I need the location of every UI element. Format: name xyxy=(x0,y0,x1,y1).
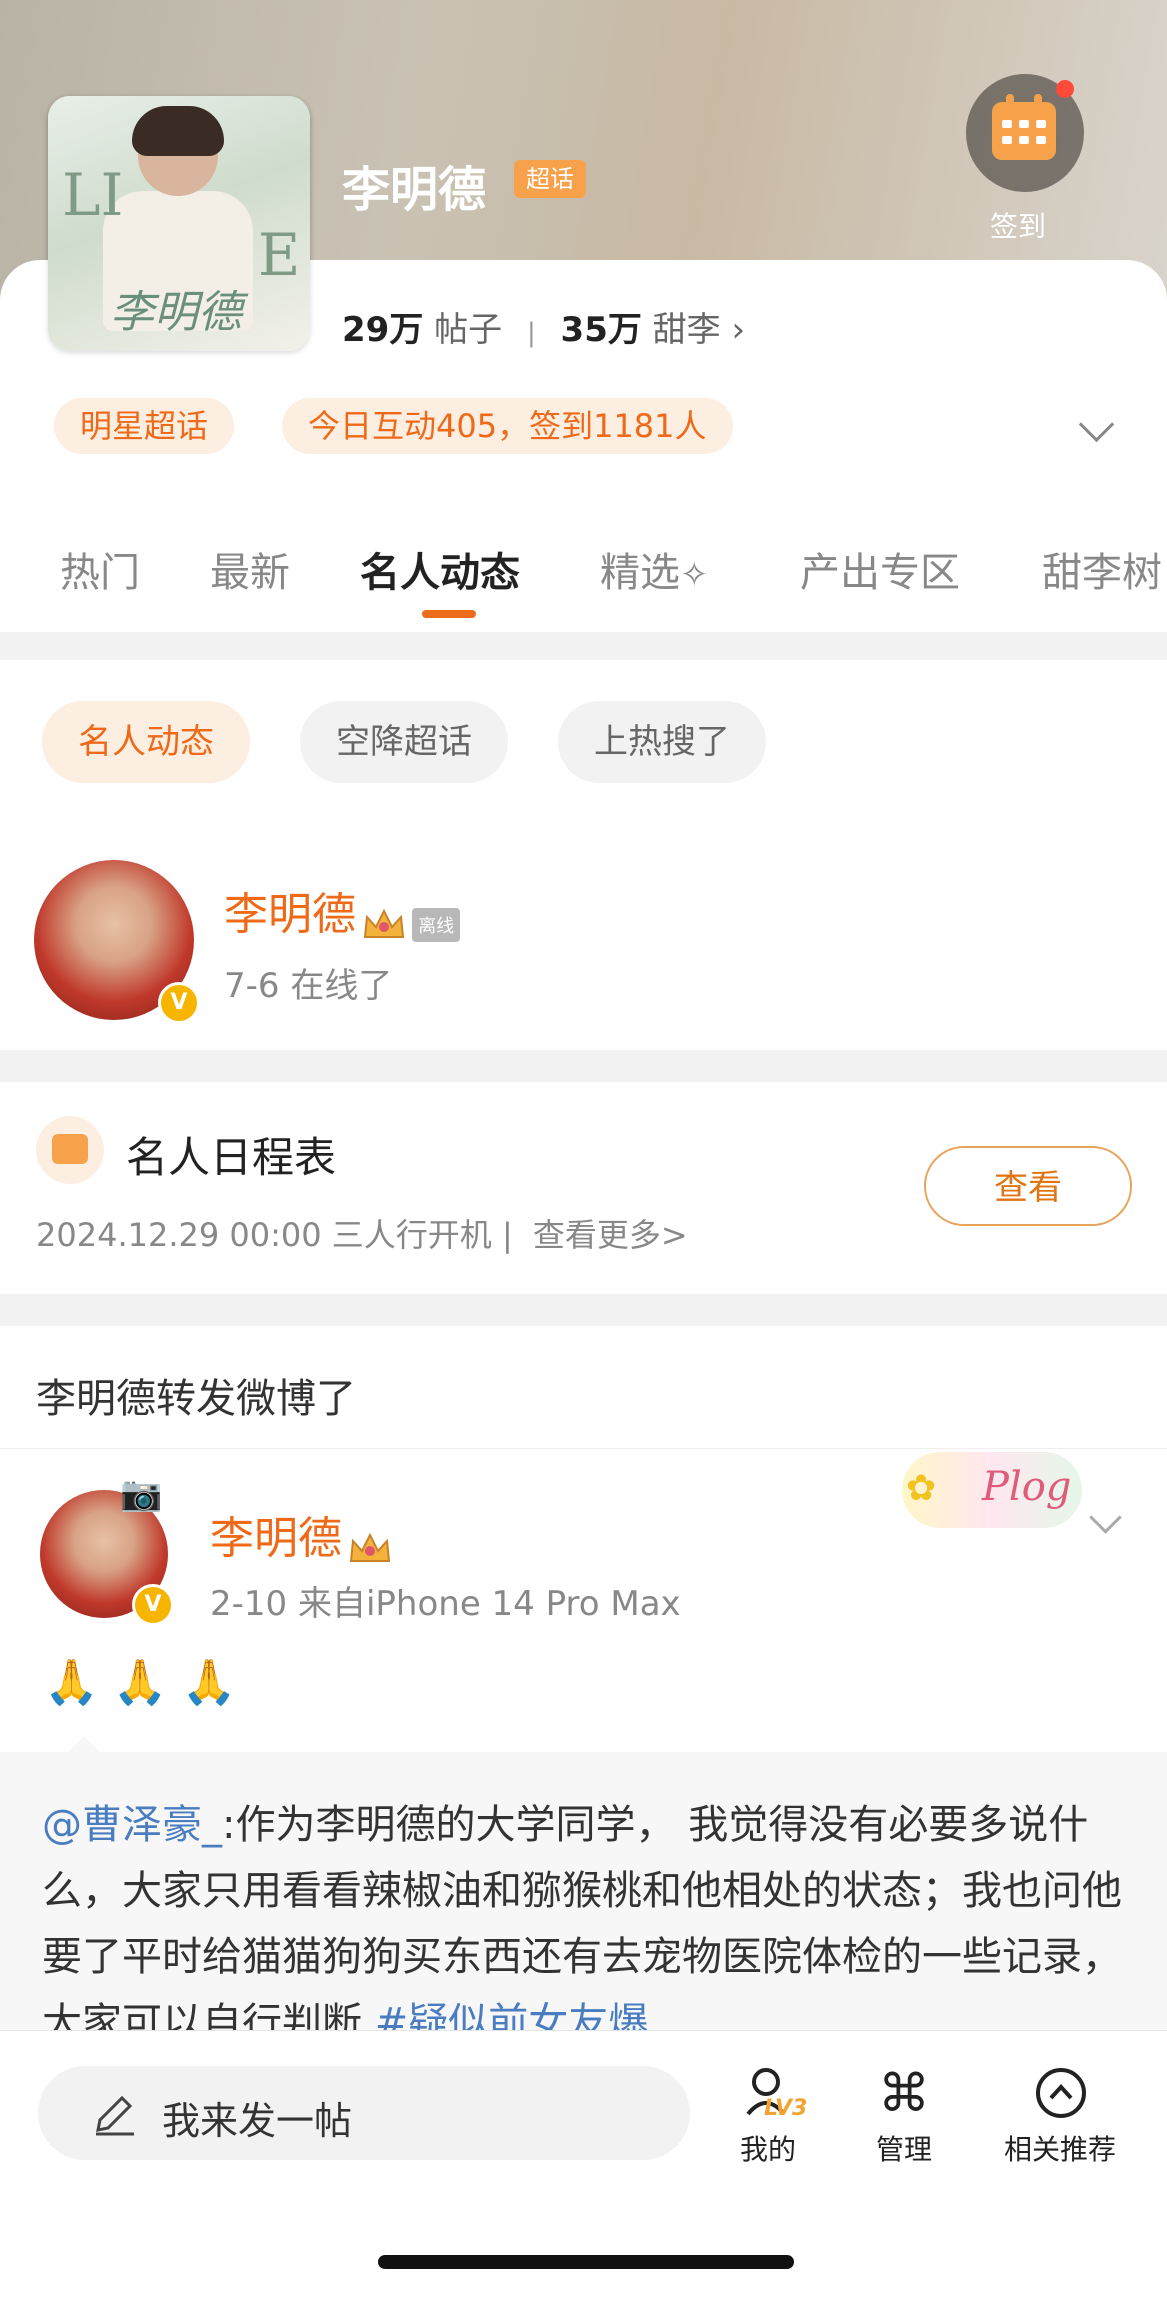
command-icon: ⌘ xyxy=(878,2064,930,2124)
plog-sticker-text: Plog xyxy=(982,1464,1072,1510)
posts-count: 29万 xyxy=(342,310,424,350)
camera-frame-icon: 📷 xyxy=(120,1474,163,1514)
plog-sticker: ✿ Plog xyxy=(902,1452,1082,1528)
new-post-placeholder: 我来发一帖 xyxy=(162,2099,353,2143)
tab-featured-label: 精选 xyxy=(600,550,680,596)
schedule-title: 名人日程表 xyxy=(126,1133,337,1182)
flower-icon: ✿ xyxy=(906,1468,937,1509)
schedule-more-link[interactable]: 查看更多> xyxy=(533,1216,688,1254)
topic-title: 李明德 xyxy=(342,162,487,218)
crown-icon xyxy=(349,1532,391,1562)
cover-figure-hair xyxy=(132,106,224,156)
chevron-up-circle-icon xyxy=(1036,2068,1086,2118)
tab-output-zone[interactable]: 产出专区 xyxy=(800,540,960,598)
home-indicator[interactable] xyxy=(378,2255,794,2269)
pencil-icon xyxy=(96,2095,134,2136)
author-name: 李明德 xyxy=(210,1513,342,1564)
nav-related[interactable]: 相关推荐 xyxy=(990,2128,1130,2168)
posts-label: 帖子 xyxy=(434,310,503,350)
post-content: 🙏 🙏 🙏 xyxy=(44,1656,236,1708)
offline-tag: 离线 xyxy=(412,907,461,942)
notification-dot xyxy=(1056,80,1074,98)
verified-badge-icon: V xyxy=(158,982,200,1024)
praying-hands-emoji: 🙏 xyxy=(181,1657,237,1708)
filter-airdrop[interactable]: 空降超话 xyxy=(300,701,508,783)
today-stats-pill[interactable]: 今日互动405，签到1181人 xyxy=(282,398,733,454)
chevron-right-icon: › xyxy=(731,310,746,350)
super-topic-badge: 超话 xyxy=(514,160,586,198)
quote-pointer xyxy=(66,1736,102,1754)
category-pill[interactable]: 明星超话 xyxy=(54,398,235,454)
profile-level-icon: LV3 xyxy=(738,2066,808,2130)
nav-manage[interactable]: 管理 xyxy=(864,2128,944,2168)
fans-count: 35万 xyxy=(560,310,642,350)
last-online-text: 7-6 在线了 xyxy=(224,966,393,1006)
topic-stats[interactable]: 29万 帖子 | 35万 甜李 › xyxy=(342,302,745,351)
active-tab-indicator xyxy=(422,610,476,618)
tab-fans-tree[interactable]: 甜李树 xyxy=(1042,540,1162,598)
calendar-icon xyxy=(52,1134,88,1164)
repost-header: 李明德转发微博了 xyxy=(36,1376,356,1422)
crown-icon xyxy=(363,908,405,938)
sparkle-icon: ✧ xyxy=(680,555,709,595)
view-schedule-button[interactable]: 查看 xyxy=(924,1146,1132,1226)
tab-celebrity-updates[interactable]: 名人动态 xyxy=(360,540,520,598)
filter-trending[interactable]: 上热搜了 xyxy=(558,701,766,783)
divider xyxy=(0,1448,1167,1449)
praying-hands-emoji: 🙏 xyxy=(44,1657,99,1708)
celebrity-name: 李明德 xyxy=(224,889,356,940)
mention-link[interactable]: @曹泽豪_ xyxy=(42,1802,222,1848)
tab-featured[interactable]: 精选✧ xyxy=(600,540,709,598)
schedule-icon xyxy=(36,1116,104,1184)
tab-hot[interactable]: 热门 xyxy=(60,540,140,598)
quoted-post-text: @曹泽豪_:作为李明德的大学同学， 我觉得没有必要多说什么，大家只用看看辣椒油和… xyxy=(42,1792,1132,2056)
level-badge: LV3 xyxy=(764,2096,808,2121)
stats-divider: | xyxy=(526,318,536,348)
cover-letters-left: LI xyxy=(62,161,124,229)
post-meta: 2-10 来自iPhone 14 Pro Max xyxy=(210,1584,681,1624)
checkin-label: 签到 xyxy=(990,210,1047,243)
cover-letters-right: E xyxy=(258,221,301,289)
praying-hands-emoji: 🙏 xyxy=(112,1657,168,1708)
topic-cover-overlay: LI E 李明德 xyxy=(48,96,310,351)
fans-label: 甜李 xyxy=(652,310,721,350)
tab-latest[interactable]: 最新 xyxy=(210,540,290,598)
calendar-icon xyxy=(992,94,1056,160)
cover-signature: 李明德 xyxy=(110,287,242,338)
author-name-row[interactable]: 李明德 xyxy=(210,1502,393,1567)
verified-badge-icon: V xyxy=(132,1584,174,1626)
schedule-detail-text: 2024.12.29 00:00 三人行开机 | xyxy=(36,1216,513,1254)
filter-celebrity-updates[interactable]: 名人动态 xyxy=(42,701,250,783)
schedule-detail: 2024.12.29 00:00 三人行开机 | 查看更多> xyxy=(36,1210,688,1256)
celebrity-name-row[interactable]: 李明德 离线 xyxy=(224,878,461,943)
nav-mine[interactable]: 我的 xyxy=(728,2128,808,2168)
